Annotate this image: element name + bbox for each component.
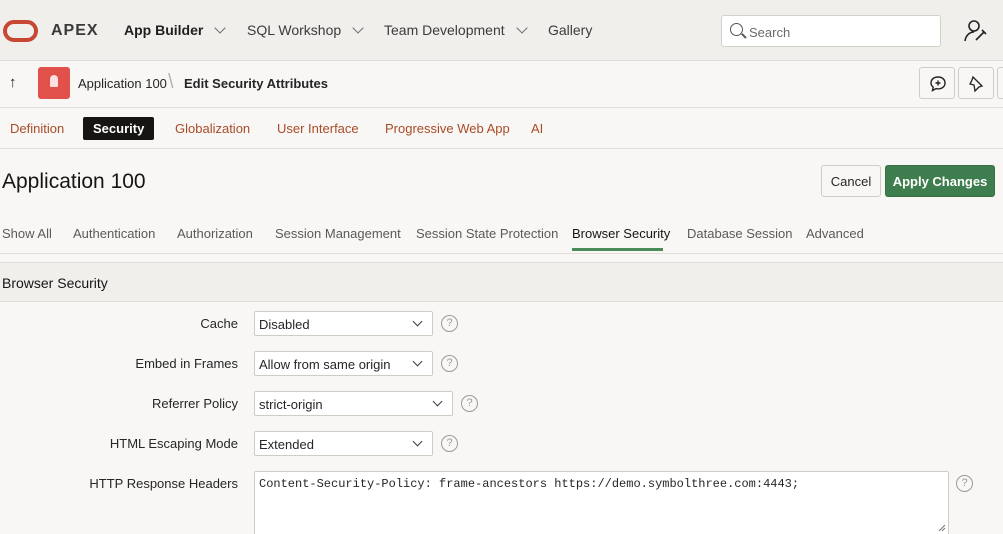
apex-brand[interactable]: APEX [51,22,99,40]
pin-icon [969,75,984,93]
subtab-advanced[interactable]: Advanced [806,226,864,241]
chevron-down-icon [412,356,423,367]
search-icon [730,23,743,36]
oracle-logo-icon[interactable] [3,20,38,42]
subtab-authorization[interactable]: Authorization [177,226,253,241]
more-tool-button[interactable] [997,67,1003,99]
cache-select[interactable]: Disabled [254,311,433,336]
cache-help-icon[interactable]: ? [441,315,458,332]
http-response-headers-textarea[interactable]: Content-Security-Policy: frame-ancestors… [254,471,949,534]
subtab-show-all[interactable]: Show All [2,226,52,241]
chevron-down-icon [432,396,443,407]
user-settings-icon[interactable] [963,19,989,43]
app-icon-glyph [50,75,58,87]
cache-value: Disabled [259,317,310,332]
chevron-down-icon [412,316,423,327]
embed-in-frames-select[interactable]: Allow from same origin [254,351,433,376]
tab-security[interactable]: Security [83,117,155,140]
active-subtab-indicator [572,248,663,251]
resize-handle-icon[interactable] [938,524,946,532]
section-tabs: Show All Authentication Authorization Se… [0,214,1003,254]
add-comment-button[interactable] [919,67,955,99]
application-icon[interactable] [38,67,70,99]
nav-team-development-label: Team Development [384,22,505,38]
breadcrumb-bar: ↑ Application 100 \ Edit Security Attrib… [0,61,1003,108]
nav-team-development[interactable]: Team Development [384,21,528,38]
referrer-policy-help-icon[interactable]: ? [461,395,478,412]
app-header: APEX App Builder SQL Workshop Team Devel… [0,0,1003,61]
add-comment-icon [930,76,946,92]
breadcrumb-current-page: Edit Security Attributes [184,76,328,91]
chevron-down-icon [352,21,364,34]
html-escaping-mode-value: Extended [259,437,314,452]
cache-label: Cache [200,316,238,331]
attribute-tabs: Definition Security Globalization User I… [0,108,1003,149]
nav-gallery[interactable]: Gallery [548,22,592,38]
referrer-policy-select[interactable]: strict-origin [254,391,453,416]
tab-progressive-web-app[interactable]: Progressive Web App [385,121,510,136]
http-response-headers-value: Content-Security-Policy: frame-ancestors… [259,477,800,491]
chevron-down-icon [412,436,423,447]
subtab-session-management[interactable]: Session Management [275,226,401,241]
subtab-session-state-protection[interactable]: Session State Protection [416,226,558,241]
nav-app-builder-label: App Builder [124,22,204,38]
tab-user-interface[interactable]: User Interface [277,121,359,136]
subtab-browser-security[interactable]: Browser Security [572,226,670,241]
html-escaping-mode-label: HTML Escaping Mode [109,436,238,451]
tab-ai[interactable]: AI [531,121,543,136]
referrer-policy-label: Referrer Policy [152,396,238,411]
subtab-database-session[interactable]: Database Session [687,226,793,241]
search-box[interactable] [721,15,941,47]
pin-button[interactable] [958,67,994,99]
subtab-authentication[interactable]: Authentication [73,226,155,241]
region-header: Browser Security [0,262,1003,302]
region-title: Browser Security [2,275,108,291]
chevron-down-icon [214,21,227,34]
tab-globalization[interactable]: Globalization [175,121,250,136]
nav-sql-workshop-label: SQL Workshop [247,22,342,38]
nav-sql-workshop[interactable]: SQL Workshop [247,21,364,38]
http-response-headers-help-icon[interactable]: ? [956,475,973,492]
breadcrumb-application[interactable]: Application 100 [78,76,167,91]
up-arrow-icon[interactable]: ↑ [9,74,17,91]
chevron-down-icon [515,21,528,34]
nav-gallery-label: Gallery [548,22,593,38]
apply-changes-button[interactable]: Apply Changes [885,165,995,197]
page-title: Application 100 [2,170,146,193]
nav-app-builder[interactable]: App Builder [124,21,227,38]
cancel-button[interactable]: Cancel [821,165,881,197]
html-escaping-mode-select[interactable]: Extended [254,431,433,456]
embed-in-frames-help-icon[interactable]: ? [441,355,458,372]
referrer-policy-value: strict-origin [259,397,323,412]
embed-in-frames-value: Allow from same origin [259,357,391,372]
tab-definition[interactable]: Definition [10,121,64,136]
http-response-headers-label: HTTP Response Headers [89,476,238,491]
search-input[interactable] [749,22,929,42]
breadcrumb-separator: \ [168,71,174,93]
embed-in-frames-label: Embed in Frames [135,356,238,371]
html-escaping-mode-help-icon[interactable]: ? [441,435,458,452]
